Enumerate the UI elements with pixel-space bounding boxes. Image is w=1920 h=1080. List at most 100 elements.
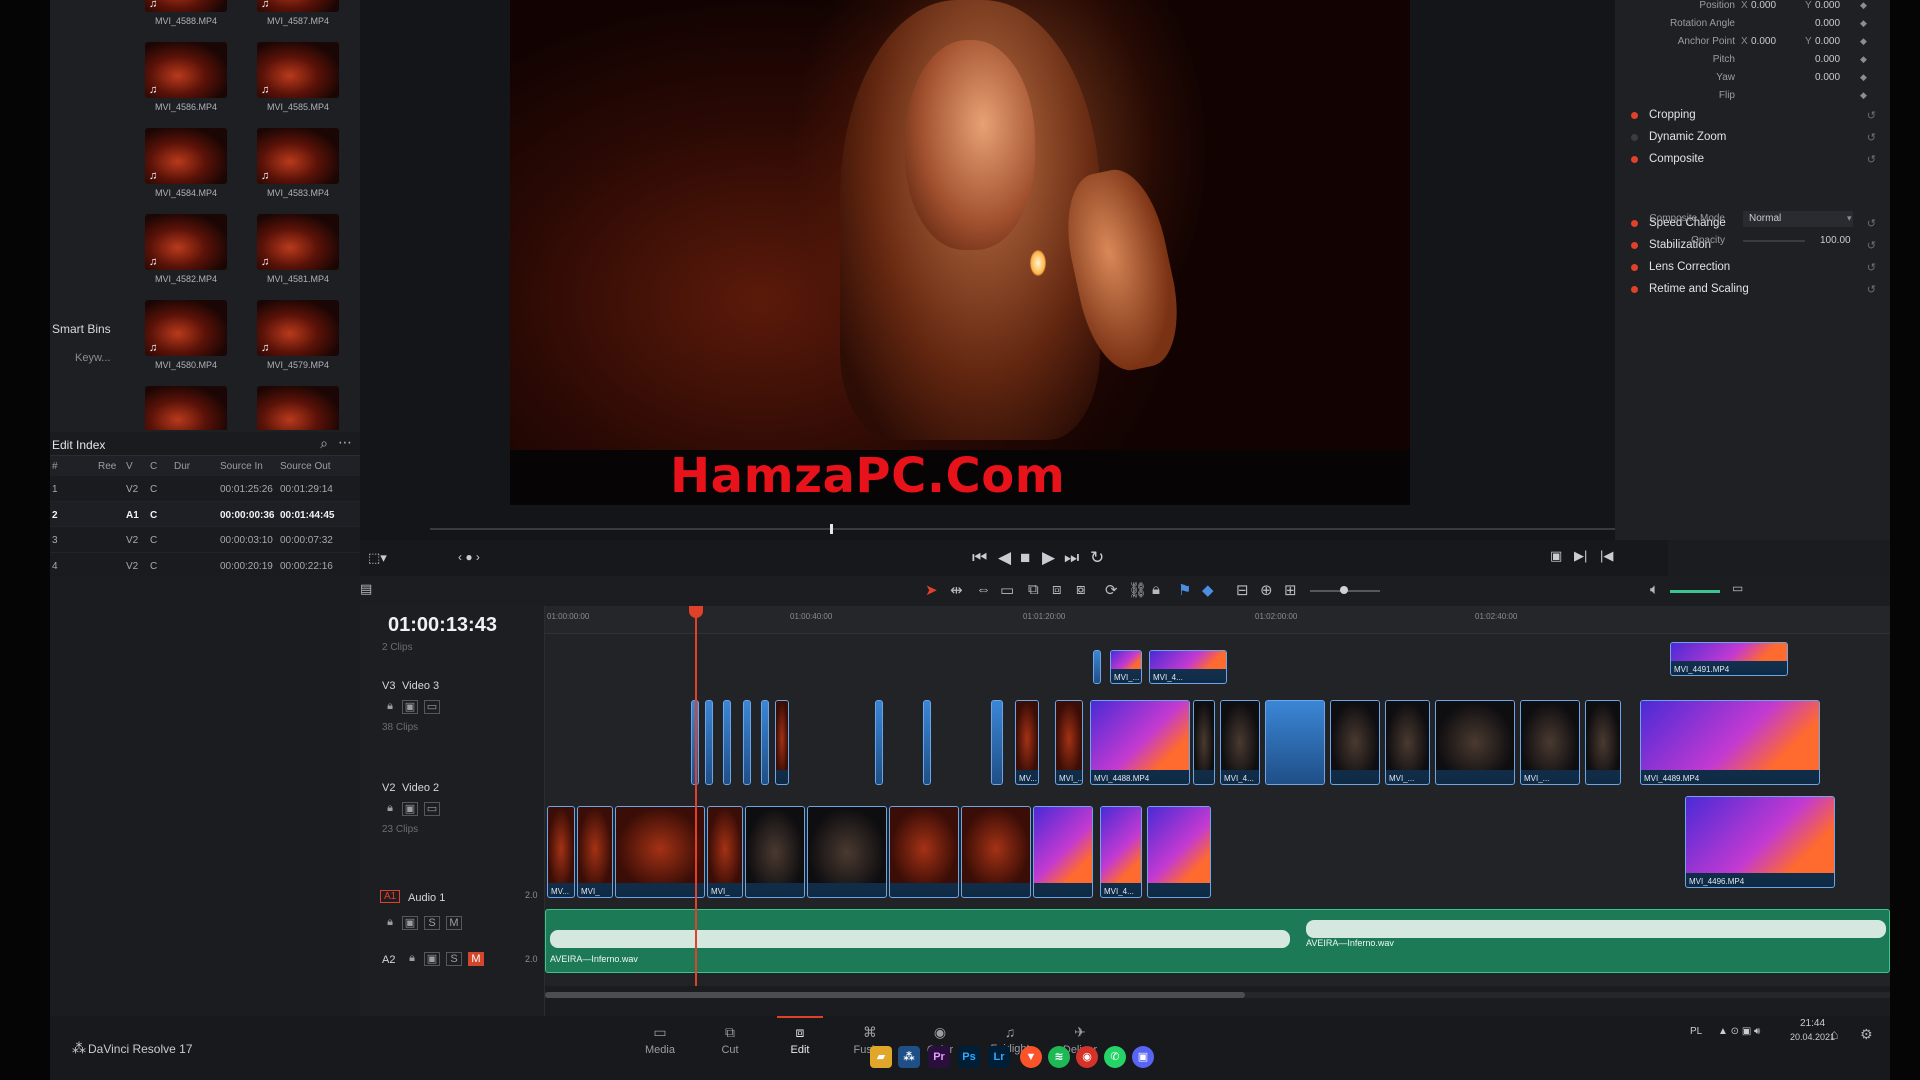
zoom-detail-icon[interactable]: ⊕	[1260, 581, 1273, 599]
dynamic-trim-icon[interactable]: ⇔	[976, 581, 991, 598]
solo-icon[interactable]: S	[424, 916, 440, 930]
media-thumbnail[interactable]: ♫ MVI_4587.MP4	[237, 0, 347, 42]
reset-icon[interactable]: ↺	[1867, 283, 1876, 296]
timeline-scrollbar-thumb[interactable]	[545, 992, 1245, 998]
volume-icon[interactable]: 🔈︎	[1650, 581, 1659, 598]
messenger-icon[interactable]: ▣	[1132, 1046, 1154, 1068]
timeline-clip[interactable]	[723, 700, 731, 785]
keyframe-diamond-icon[interactable]: ◆	[1860, 18, 1867, 29]
media-thumbnail[interactable]: ♫ MVI_4581.MP4	[237, 214, 347, 300]
crop-tool-icon[interactable]: ⬚▾	[368, 550, 387, 566]
search-icon[interactable]: ⌕	[320, 435, 328, 452]
timeline-clip[interactable]	[743, 700, 751, 785]
timeline-clip[interactable]: MV...	[1015, 700, 1039, 785]
davinci-taskbar-icon[interactable]: ⁂	[898, 1046, 920, 1068]
timeline-clip[interactable]	[745, 806, 805, 898]
keyframe-diamond-icon[interactable]: ◆	[1860, 72, 1867, 83]
chrome-icon[interactable]: ◉	[1076, 1046, 1098, 1068]
timeline-clip[interactable]	[923, 700, 931, 785]
param-value-y[interactable]: 0.000	[1815, 54, 1840, 65]
reset-icon[interactable]: ↺	[1867, 131, 1876, 144]
timeline-tracks[interactable]: 01:00:00:00 01:00:40:00 01:01:20:00 01:02:0…	[545, 606, 1890, 986]
section-enable-toggle[interactable]	[1631, 134, 1638, 141]
auto-select-icon[interactable]: ▣	[402, 802, 418, 816]
inspector-section-composite[interactable]: Composite ↺	[1627, 150, 1882, 174]
track-id-a1[interactable]: A1	[380, 890, 401, 903]
timeline-clip[interactable]	[1435, 700, 1515, 785]
edit-index-row[interactable]: 2 A1 C 00:00:00:36 00:01:44:45	[50, 501, 360, 527]
replace-clip-icon[interactable]: ⧇	[1076, 581, 1086, 598]
go-to-start-icon[interactable]: ⏮	[972, 548, 987, 568]
timeline-timecode[interactable]: 01:00:13:43	[388, 614, 497, 637]
section-enable-toggle[interactable]	[1631, 264, 1638, 271]
auto-select-icon[interactable]: ▣	[424, 952, 440, 966]
timeline-clip[interactable]: MVI_...	[1110, 650, 1142, 684]
more-options-icon[interactable]: ⋯	[338, 434, 352, 451]
snapping-icon[interactable]: ⟳	[1105, 581, 1118, 599]
lock-icon[interactable]: 🔒︎	[382, 916, 398, 930]
timeline-clip[interactable]: MVI_4...	[1149, 650, 1227, 684]
media-thumbnail[interactable]: ♫	[237, 386, 347, 430]
marker-icon[interactable]: ◆	[1202, 581, 1214, 599]
timeline-clip[interactable]	[807, 806, 887, 898]
keyframe-diamond-icon[interactable]: ◆	[1860, 54, 1867, 65]
lock-icon[interactable]: 🔒︎	[382, 700, 398, 714]
edit-index-row[interactable]: 1 V2 C 00:01:25:26 00:01:29:14	[50, 476, 360, 502]
play-icon[interactable]: ▶	[1042, 548, 1055, 568]
overwrite-clip-icon[interactable]: ⧈	[1052, 581, 1062, 598]
timeline-clip[interactable]	[1093, 650, 1101, 684]
media-thumbnail[interactable]: ♫ MVI_4583.MP4	[237, 128, 347, 214]
param-value-x[interactable]: 0.000	[1751, 36, 1776, 47]
auto-select-icon[interactable]: ▣	[402, 916, 418, 930]
timeline-clip[interactable]: MV...	[547, 806, 575, 898]
insert-clip-icon[interactable]: ⧉	[1028, 581, 1039, 598]
col-c[interactable]: C	[150, 461, 157, 472]
track-enable-icon[interactable]: ▭	[424, 700, 440, 714]
lock-icon[interactable]: 🔒︎	[1152, 581, 1160, 598]
timeline-clip[interactable]: MVI_...	[1385, 700, 1430, 785]
lock-icon[interactable]: 🔒︎	[404, 952, 420, 966]
opacity-slider[interactable]	[1743, 240, 1805, 242]
zoom-full-icon[interactable]: ⊟	[1236, 581, 1249, 599]
timeline-clip[interactable]	[761, 700, 769, 785]
media-thumbnail[interactable]: ♫ MVI_4585.MP4	[237, 42, 347, 128]
media-thumbnail[interactable]: ♫ MVI_4579.MP4	[237, 300, 347, 386]
brave-browser-icon[interactable]: ▼	[1020, 1046, 1042, 1068]
timeline-clip[interactable]	[1265, 700, 1325, 785]
inspector-section-retime-and-scaling[interactable]: Retime and Scaling ↺	[1627, 280, 1882, 304]
timeline-clip[interactable]: MVI_...	[1055, 700, 1083, 785]
smart-bins-label[interactable]: Smart Bins	[52, 322, 111, 336]
media-thumbnail[interactable]: ♫ MVI_4584.MP4	[125, 128, 235, 214]
clock-time[interactable]: 21:44	[1800, 1018, 1825, 1029]
col-reel[interactable]: Ree	[98, 461, 116, 472]
timeline-ruler[interactable]: 01:00:00:00 01:00:40:00 01:01:20:00 01:02:0…	[545, 606, 1890, 634]
media-thumbnail[interactable]: ♫ MVI_4582.MP4	[125, 214, 235, 300]
mute-icon[interactable]: M	[446, 916, 462, 930]
loop-icon[interactable]: ↻	[1090, 548, 1104, 568]
fullscreen-icon[interactable]: ▭	[1732, 581, 1743, 595]
col-source-out[interactable]: Source Out	[280, 461, 331, 472]
page-tab-media[interactable]: ▭ Media	[625, 1024, 695, 1056]
media-thumbnail[interactable]: ♫ MVI_4580.MP4	[125, 300, 235, 386]
timeline-clip[interactable]: MVI_4...	[1220, 700, 1260, 785]
track-name-v2[interactable]: Video 2	[402, 782, 439, 794]
viewer-scrub-handle[interactable]	[830, 524, 833, 534]
media-thumbnail[interactable]: ♫ MVI_4586.MP4	[125, 42, 235, 128]
timeline-clip[interactable]	[1033, 806, 1093, 898]
track-name-a1[interactable]: Audio 1	[408, 892, 445, 904]
solo-icon[interactable]: S	[446, 952, 462, 966]
timeline-clip[interactable]	[1330, 700, 1380, 785]
volume-slider[interactable]	[1670, 590, 1720, 593]
track-name-v3[interactable]: Video 3	[402, 680, 439, 692]
edit-index-row[interactable]: 4 V2 C 00:00:20:19 00:00:22:16	[50, 553, 360, 578]
page-tab-cut[interactable]: ⧉ Cut	[695, 1024, 765, 1056]
zoom-custom-icon[interactable]: ⊞	[1284, 581, 1297, 599]
mute-icon[interactable]: M	[468, 952, 484, 966]
stop-icon[interactable]: ■	[1020, 548, 1030, 568]
spotify-icon[interactable]: ≋	[1048, 1046, 1070, 1068]
reset-icon[interactable]: ↺	[1867, 261, 1876, 274]
jog-control-icon[interactable]: ‹ ● ›	[458, 550, 480, 564]
timeline-scrollbar[interactable]	[545, 992, 1890, 998]
audio-clip[interactable]: AVEIRA—Inferno.wav AVEIRA—Inferno.wav	[545, 909, 1890, 973]
whatsapp-icon[interactable]: ✆	[1104, 1046, 1126, 1068]
